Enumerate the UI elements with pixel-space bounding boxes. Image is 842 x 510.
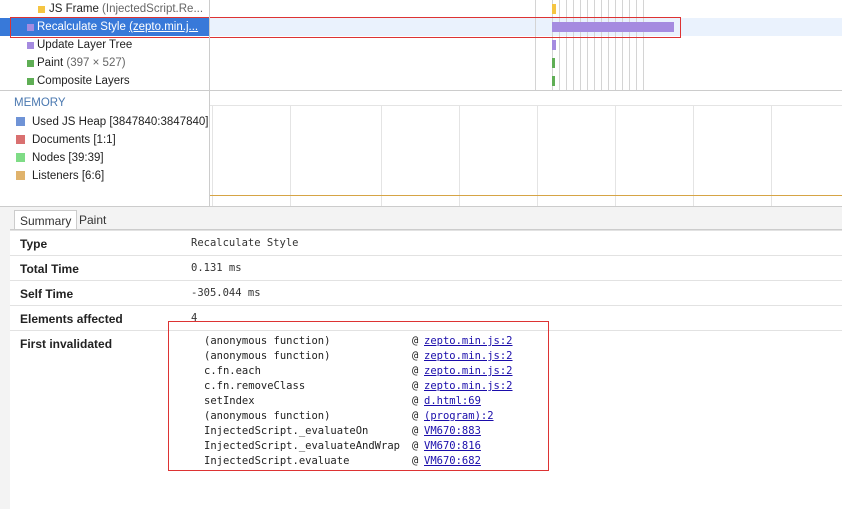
split-divider[interactable] xyxy=(209,0,210,206)
event-row-update-layer-tree[interactable]: Update Layer Tree xyxy=(0,36,209,54)
counter-label: Used JS Heap [3847840:3847840] xyxy=(32,116,209,128)
detail-key: Total Time xyxy=(20,262,79,276)
detail-value: -305.044 ms xyxy=(191,287,261,299)
memory-gridline xyxy=(771,105,772,206)
detail-key: Self Time xyxy=(20,287,74,301)
flame-gridline xyxy=(608,0,609,90)
selected-event-highlight-box xyxy=(10,17,681,38)
detail-row-type: Type Recalculate Style xyxy=(10,230,842,255)
flame-gridline xyxy=(622,0,623,90)
detail-value: Recalculate Style xyxy=(191,237,299,249)
event-row-js-frame[interactable]: JS Frame (InjectedScript.Re... xyxy=(0,0,209,18)
paint-bar[interactable] xyxy=(552,58,555,68)
flame-gridline xyxy=(636,0,637,90)
checkbox-icon[interactable] xyxy=(16,135,25,144)
flame-gridline xyxy=(643,0,644,90)
composite-layers-swatch-icon xyxy=(27,78,34,85)
flame-gridline xyxy=(535,0,536,90)
flame-gridline xyxy=(615,0,616,90)
js-frame-swatch-icon xyxy=(38,6,45,13)
checkbox-icon[interactable] xyxy=(16,117,25,126)
update-layer-tree-bar[interactable] xyxy=(552,40,556,50)
detail-key: First invalidated xyxy=(20,337,113,351)
detail-key: Elements affected xyxy=(20,312,123,326)
flame-gridline xyxy=(587,0,588,90)
counter-used-js-heap[interactable]: Used JS Heap [3847840:3847840] xyxy=(16,113,208,131)
memory-gridline xyxy=(615,105,616,206)
update-layer-tree-swatch-icon xyxy=(27,42,34,49)
event-label: Update Layer Tree xyxy=(37,39,133,51)
flame-gridline xyxy=(594,0,595,90)
memory-grid-hline xyxy=(210,105,842,106)
event-detail: (397 × 527) xyxy=(66,57,126,69)
event-label: Composite Layers xyxy=(37,75,130,87)
memory-gridline xyxy=(290,105,291,206)
checkbox-icon[interactable] xyxy=(16,171,25,180)
js-frame-bar[interactable] xyxy=(552,4,556,14)
memory-gridline xyxy=(381,105,382,206)
detail-key: Type xyxy=(20,237,48,251)
event-row-composite-layers[interactable]: Composite Layers xyxy=(0,72,209,90)
flame-gridline xyxy=(629,0,630,90)
flame-gridline xyxy=(580,0,581,90)
stack-trace-highlight-box xyxy=(168,321,549,471)
detail-row-total-time: Total Time 0.131 ms xyxy=(10,255,842,280)
flame-gridline xyxy=(573,0,574,90)
counter-label: Listeners [6:6] xyxy=(32,170,105,182)
flame-gridline xyxy=(601,0,602,90)
memory-gridline xyxy=(459,105,460,206)
memory-gridline xyxy=(693,105,694,206)
event-label: JS Frame xyxy=(49,3,99,15)
memory-gridline xyxy=(537,105,538,206)
tab-summary[interactable]: Summary xyxy=(14,210,78,231)
flame-gridline xyxy=(566,0,567,90)
event-row-paint[interactable]: Paint (397 × 527) xyxy=(0,54,209,72)
counter-listeners[interactable]: Listeners [6:6] xyxy=(16,167,104,185)
tab-paint-profiler[interactable]: Paint Profiler xyxy=(74,210,122,247)
memory-divider xyxy=(0,90,842,91)
composite-layers-bar[interactable] xyxy=(552,76,555,86)
memory-graph xyxy=(210,105,842,206)
checkbox-icon[interactable] xyxy=(16,153,25,162)
memory-title: MEMORY xyxy=(14,97,66,109)
flame-gridline xyxy=(559,0,560,90)
event-label: Paint xyxy=(37,57,64,69)
detail-value: 0.131 ms xyxy=(191,262,242,274)
counter-label: Nodes [39:39] xyxy=(32,152,104,164)
memory-gridline xyxy=(212,105,213,206)
event-detail: (InjectedScript.Re... xyxy=(102,3,204,15)
timeline-event-tree: JS Frame (InjectedScript.Re... Recalcula… xyxy=(0,0,209,90)
counter-documents[interactable]: Documents [1:1] xyxy=(16,131,116,149)
paint-swatch-icon xyxy=(27,60,34,67)
counter-nodes[interactable]: Nodes [39:39] xyxy=(16,149,104,167)
detail-row-self-time: Self Time -305.044 ms xyxy=(10,280,842,305)
flame-chart[interactable] xyxy=(210,0,842,90)
counter-label: Documents [1:1] xyxy=(32,134,116,146)
js-heap-line xyxy=(210,195,842,196)
